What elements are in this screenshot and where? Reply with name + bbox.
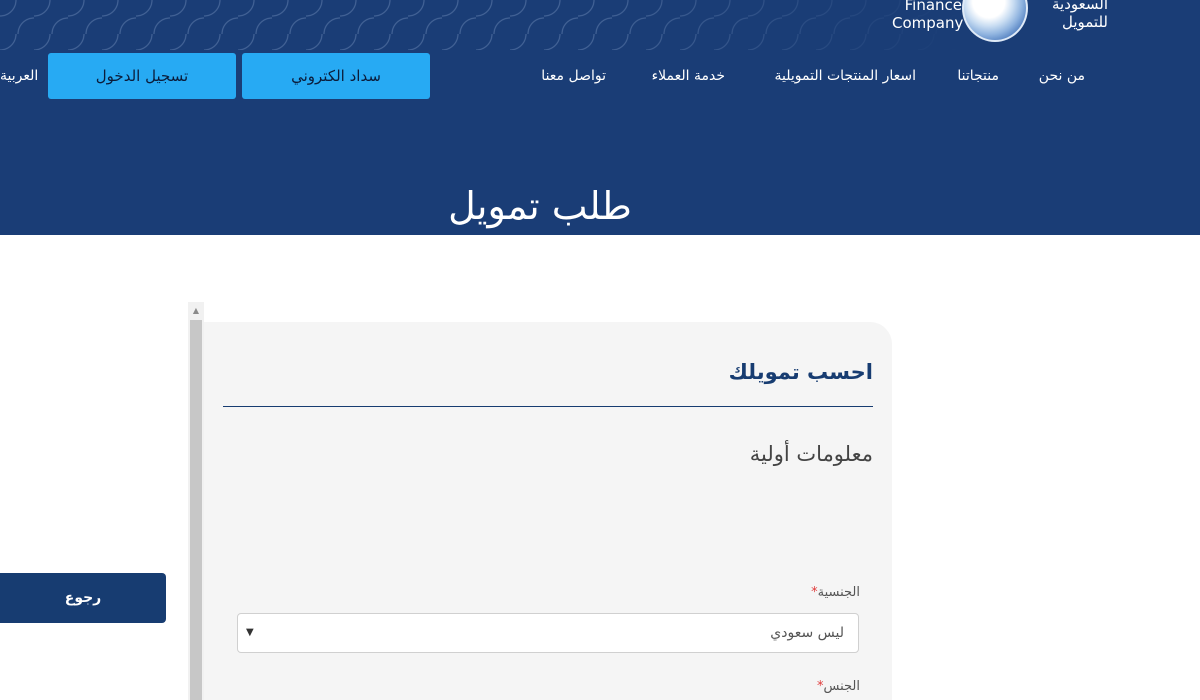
nationality-select-value: ليس سعودي [770, 625, 844, 641]
nationality-select[interactable]: ليس سعودي ▼ [237, 613, 859, 653]
nav-link-about[interactable]: من نحن [1039, 65, 1085, 87]
card-title: احسب تمويلك [728, 360, 873, 384]
gender-label: *الجنس [814, 679, 860, 694]
language-switch[interactable]: العربية [0, 65, 38, 87]
finance-calculator-card: احسب تمويلك معلومات أولية *الجنسية ليس س… [204, 322, 892, 700]
logo-text-en: Finance Company [892, 0, 964, 32]
form-scrollbar[interactable]: ▲ [188, 302, 204, 700]
login-button[interactable]: تسجيل الدخول [48, 53, 236, 99]
scroll-up-arrow-icon[interactable]: ▲ [188, 302, 204, 320]
nav-link-customer-service[interactable]: خدمة العملاء [652, 65, 725, 87]
logo[interactable]: Finance Company السعودية للتمويل [890, 0, 1120, 46]
logo-emblem-icon [962, 0, 1028, 42]
logo-text-ar: السعودية للتمويل [1051, 0, 1108, 31]
e-payment-button[interactable]: سداد الكتروني [242, 53, 430, 99]
scroll-thumb[interactable] [190, 320, 202, 700]
page-title: طلب تمويل [448, 184, 632, 228]
nav-link-product-prices[interactable]: اسعار المنتجات التمويلية [775, 65, 916, 87]
header: Finance Company السعودية للتمويل من نحن … [0, 0, 1200, 235]
nav-link-contact[interactable]: تواصل معنا [541, 65, 606, 87]
back-button[interactable]: رجوع [0, 573, 166, 623]
chevron-down-icon: ▼ [246, 627, 254, 638]
nav-link-products[interactable]: منتجاتنا [957, 65, 999, 87]
card-divider [223, 406, 873, 407]
nationality-label-text: الجنسية [817, 585, 860, 600]
section-title: معلومات أولية [749, 442, 873, 466]
nationality-label: *الجنسية [808, 585, 860, 600]
gender-label-text: الجنس [823, 679, 860, 694]
